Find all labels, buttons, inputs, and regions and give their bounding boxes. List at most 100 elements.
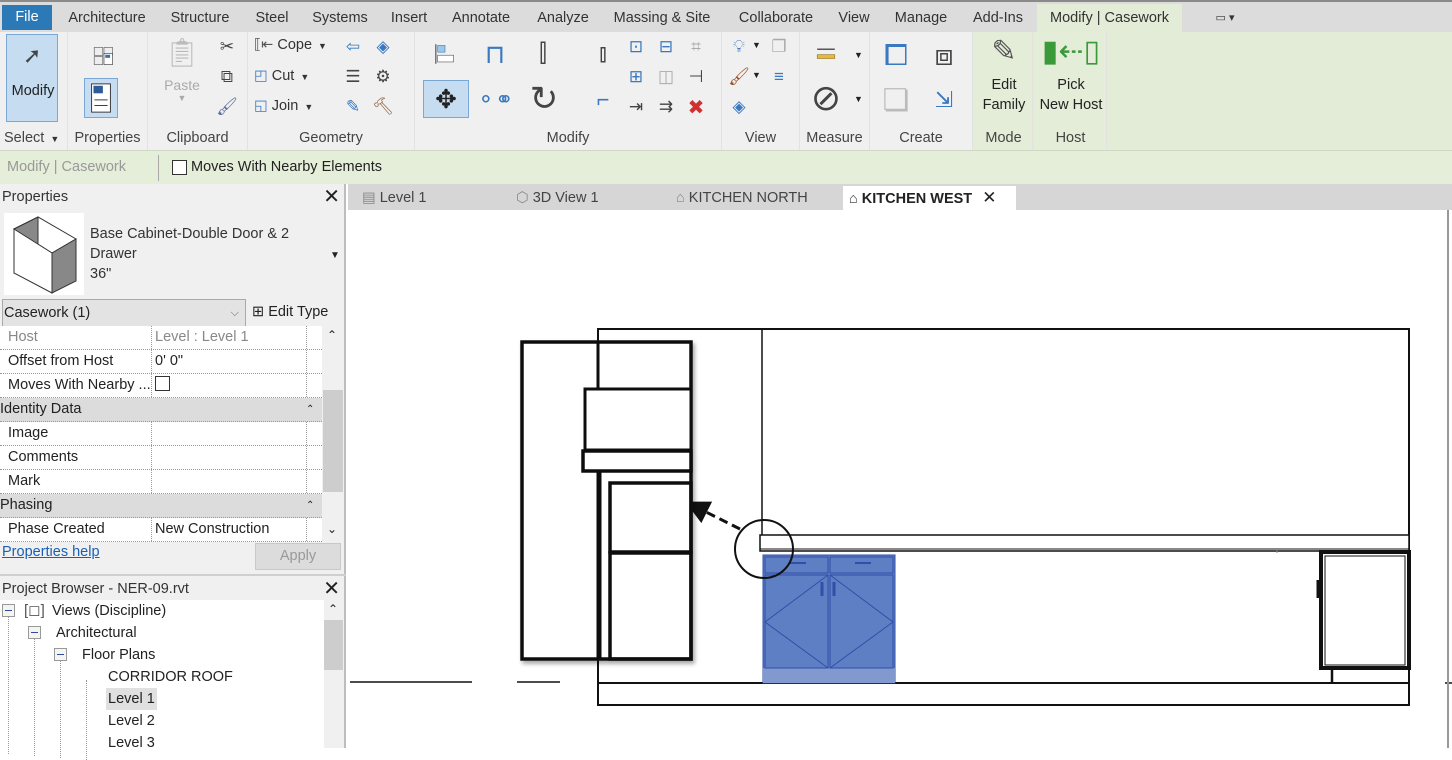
trim-single-icon[interactable]: ⇥ bbox=[625, 96, 647, 118]
cope-button[interactable]: ⟦⇤ Cope ▼ bbox=[254, 37, 327, 53]
tab-steel[interactable]: Steel bbox=[248, 4, 296, 32]
tree-item-floor-plans[interactable]: Floor Plans bbox=[82, 644, 155, 666]
paste-button[interactable]: 📋︎ Paste ▼ bbox=[162, 36, 202, 116]
tab-collaborate[interactable]: Collaborate bbox=[729, 4, 823, 32]
scroll-up-icon[interactable]: ⌃ bbox=[328, 602, 338, 616]
create-assembly-icon[interactable]: ⧠ bbox=[876, 36, 916, 76]
override-graphics-icon[interactable]: 💡︎ bbox=[728, 36, 750, 58]
tab-modify-casework[interactable]: Modify | Casework bbox=[1037, 4, 1182, 32]
property-row-image[interactable]: Image bbox=[0, 422, 322, 446]
tab-systems[interactable]: Systems bbox=[306, 4, 374, 32]
measure-dropdown-icon[interactable]: ▼ bbox=[854, 50, 863, 60]
property-row-mark[interactable]: Mark bbox=[0, 470, 322, 494]
mirror-pick-axis-icon[interactable]: ⫿ bbox=[525, 36, 561, 72]
edit-type-button[interactable]: ⊞ Edit Type bbox=[252, 301, 328, 323]
view-tab-kitchen-west[interactable]: ⌂ KITCHEN WEST ✕ bbox=[843, 186, 1016, 210]
split-with-gap-icon[interactable]: ⊟ bbox=[655, 36, 677, 58]
copy-element-icon[interactable]: ⚬⚭ bbox=[477, 82, 514, 118]
filter-icon[interactable]: ≡ bbox=[768, 66, 790, 88]
tree-item-architectural[interactable]: Architectural bbox=[56, 622, 137, 644]
copy-icon[interactable]: ⧉ bbox=[216, 66, 238, 88]
trim-extend-icon[interactable]: ⌐ bbox=[585, 82, 621, 118]
create-similar-icon[interactable]: ⇲ bbox=[924, 80, 964, 120]
view-tab-3d-view-1[interactable]: ⬡ 3D View 1 bbox=[512, 186, 662, 210]
close-view-icon[interactable]: ✕ bbox=[982, 188, 996, 207]
tab-file[interactable]: File bbox=[2, 5, 52, 30]
collapse-icon[interactable]: ⌃ bbox=[306, 398, 314, 421]
tab-architecture[interactable]: Architecture bbox=[60, 4, 154, 32]
edit-family-button[interactable]: ✎ Edit Family bbox=[975, 34, 1033, 124]
dimension-dropdown-icon[interactable]: ▼ bbox=[854, 94, 863, 104]
type-dropdown-icon[interactable]: ▼ bbox=[330, 250, 340, 261]
close-icon[interactable]: ✕ bbox=[323, 576, 340, 602]
create-parts-icon[interactable]: ⧈ bbox=[924, 36, 964, 76]
join-button[interactable]: ◱ Join ▼ bbox=[254, 98, 313, 114]
tab-massing-site[interactable]: Massing & Site bbox=[606, 4, 718, 32]
view-tab-kitchen-north[interactable]: ⌂ KITCHEN NORTH bbox=[672, 186, 842, 210]
moves-with-nearby-option[interactable]: Moves With Nearby Elements bbox=[172, 159, 382, 175]
properties-toggle-button[interactable] bbox=[84, 78, 118, 118]
measure-between-icon[interactable] bbox=[806, 38, 846, 68]
unpin-icon[interactable]: ⌗ bbox=[685, 36, 707, 58]
tree-item-corridor-roof[interactable]: CORRIDOR ROOF bbox=[106, 666, 235, 688]
aligned-dimension-icon[interactable]: ⊘ bbox=[806, 77, 846, 118]
property-row-offset[interactable]: Offset from Host 0' 0" bbox=[0, 350, 322, 374]
property-row-moves-with-nearby[interactable]: Moves With Nearby ... bbox=[0, 374, 322, 398]
linework-dropdown-icon[interactable]: ▼ bbox=[752, 70, 761, 80]
move-button[interactable]: ✥ bbox=[423, 80, 469, 118]
collapse-toggle[interactable] bbox=[28, 626, 41, 639]
beam-column-joins-icon[interactable]: ☰ bbox=[342, 66, 364, 88]
hide-element-icon[interactable]: ❐ bbox=[768, 36, 790, 58]
properties-scrollbar[interactable]: ⌃ ⌄ bbox=[322, 326, 344, 542]
moves-with-nearby-property-checkbox[interactable] bbox=[155, 376, 170, 392]
pick-new-host-button[interactable]: ▮⇠▯ Pick New Host bbox=[1035, 34, 1107, 124]
property-row-phase-created[interactable]: Phase Created New Construction bbox=[0, 518, 322, 542]
paint-icon[interactable]: ✎ bbox=[342, 96, 364, 118]
tab-insert[interactable]: Insert bbox=[384, 4, 434, 32]
tab-manage[interactable]: Manage bbox=[887, 4, 955, 32]
collapse-toggle[interactable] bbox=[54, 648, 67, 661]
browser-scrollbar[interactable]: ⌃ bbox=[324, 600, 344, 748]
pin-icon[interactable]: ⊣ bbox=[685, 66, 707, 88]
minimize-ribbon-icon[interactable]: ▭ ▾ bbox=[1205, 4, 1245, 32]
collapse-icon[interactable]: ⌃ bbox=[306, 494, 314, 517]
tree-item-level-2[interactable]: Level 2 bbox=[106, 710, 157, 732]
tab-add-ins[interactable]: Add-Ins bbox=[965, 4, 1031, 32]
properties-help-link[interactable]: Properties help bbox=[2, 544, 100, 560]
mirror-draw-axis-icon[interactable]: ⫾ bbox=[585, 36, 621, 72]
scale-icon[interactable]: ◫ bbox=[655, 66, 677, 88]
align-icon[interactable] bbox=[427, 36, 463, 72]
comments-input[interactable] bbox=[152, 446, 307, 469]
split-face-icon[interactable]: ◈ bbox=[372, 36, 394, 58]
collapse-toggle[interactable] bbox=[2, 604, 15, 617]
group-identity-data[interactable]: Identity Data ⌃ bbox=[0, 398, 322, 422]
hammer-icon[interactable]: 🔨︎ bbox=[372, 96, 394, 118]
tab-analyze[interactable]: Analyze bbox=[530, 4, 596, 32]
demolish-icon[interactable]: ⚙ bbox=[372, 66, 394, 88]
match-type-icon[interactable]: 🖌︎ bbox=[216, 96, 238, 118]
scrollbar-thumb[interactable] bbox=[323, 390, 343, 492]
delete-icon[interactable]: ✖ bbox=[685, 96, 707, 119]
scroll-down-icon[interactable]: ⌄ bbox=[327, 522, 337, 536]
property-row-comments[interactable]: Comments bbox=[0, 446, 322, 470]
tab-annotate[interactable]: Annotate bbox=[444, 4, 518, 32]
array-icon[interactable]: ⊞ bbox=[625, 66, 647, 88]
rotate-icon[interactable]: ↻ bbox=[525, 80, 563, 118]
selection-box-icon[interactable]: ◈ bbox=[728, 96, 750, 118]
split-element-icon[interactable]: ⊡ bbox=[625, 36, 647, 58]
drawing-canvas[interactable] bbox=[348, 210, 1452, 748]
override-dropdown-icon[interactable]: ▼ bbox=[752, 40, 761, 50]
mark-input[interactable] bbox=[152, 470, 307, 493]
select-dropdown[interactable]: Select ▼ bbox=[4, 130, 67, 146]
moves-with-nearby-checkbox[interactable] bbox=[172, 159, 187, 175]
type-properties-icon[interactable] bbox=[86, 38, 122, 74]
category-filter-dropdown[interactable]: Casework (1) ⌵ bbox=[2, 299, 246, 327]
offset-input[interactable]: 0' 0" bbox=[152, 350, 307, 373]
create-group-icon[interactable]: ❏ bbox=[876, 80, 916, 120]
property-row-host[interactable]: Host Level : Level 1 bbox=[0, 326, 322, 350]
view-tab-level-1[interactable]: ▤ Level 1 bbox=[354, 186, 504, 210]
modify-button[interactable]: ➚ Modify bbox=[6, 34, 58, 122]
phase-created-value[interactable]: New Construction bbox=[152, 518, 307, 541]
cut-geometry-button[interactable]: ◰ Cut ▼ bbox=[254, 68, 309, 84]
tree-item-level-3[interactable]: Level 3 bbox=[106, 732, 157, 754]
